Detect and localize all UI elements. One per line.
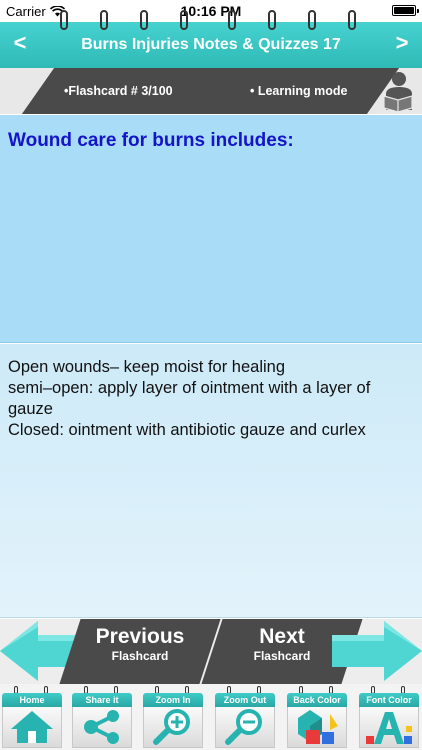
share-icon	[84, 710, 119, 744]
mode-label: • Learning mode	[250, 84, 348, 98]
font-color-label: Font Color	[359, 693, 419, 707]
back-color-label: Back Color	[287, 693, 347, 707]
app-header: < Burns Injuries Notes & Quizzes 17 >	[0, 10, 422, 68]
header-prev-button[interactable]: <	[2, 30, 38, 56]
share-button[interactable]: Share it	[70, 686, 134, 748]
home-button[interactable]: Home	[0, 686, 64, 748]
reader-icon	[383, 72, 413, 112]
answer-line: Closed: ointment with antibiotic gauze a…	[8, 421, 366, 439]
question-text: Wound care for burns includes:	[8, 130, 294, 151]
next-label: Next	[259, 625, 305, 648]
header-next-button[interactable]: >	[384, 30, 420, 56]
zoom-out-button[interactable]: Zoom Out	[213, 686, 277, 748]
answer-panel: Open wounds– keep moist for healing semi…	[0, 344, 422, 618]
previous-sub-label: Flashcard	[111, 649, 169, 663]
binder-rings	[0, 10, 422, 32]
bottom-toolbar: Home Share it Zoom In Zoom Out Back Colo…	[0, 684, 422, 750]
home-icon	[11, 711, 53, 743]
question-panel: Wound care for burns includes:	[0, 115, 422, 343]
font-color-button[interactable]: Font Color	[357, 686, 421, 748]
share-label: Share it	[72, 693, 132, 707]
zoom-in-label: Zoom In	[143, 693, 203, 707]
zoom-out-icon	[225, 709, 262, 745]
info-bar: •Flashcard # 3/100 • Learning mode	[0, 68, 422, 114]
back-color-button[interactable]: Back Color	[285, 686, 349, 748]
home-label: Home	[2, 693, 62, 707]
back-color-icon	[298, 710, 338, 744]
previous-flashcard-button[interactable]: Previous Flashcard	[59, 619, 221, 684]
zoom-in-button[interactable]: Zoom In	[141, 686, 205, 748]
previous-label: Previous	[95, 625, 185, 648]
font-color-icon	[366, 712, 412, 744]
answer-line: Open wounds– keep moist for healing	[8, 358, 286, 376]
arrow-right-icon	[332, 621, 422, 681]
answer-line: semi–open: apply layer of ointment with …	[8, 379, 371, 418]
zoom-out-label: Zoom Out	[215, 693, 275, 707]
page-title: Burns Injuries Notes & Quizzes 17	[81, 36, 341, 53]
flashcard-nav-bar: Previous Flashcard Next Flashcard	[0, 619, 422, 684]
next-flashcard-button[interactable]: Next Flashcard	[201, 619, 363, 684]
flashcard-counter: •Flashcard # 3/100	[64, 84, 173, 98]
next-sub-label: Flashcard	[253, 649, 311, 663]
zoom-in-icon	[153, 709, 190, 745]
